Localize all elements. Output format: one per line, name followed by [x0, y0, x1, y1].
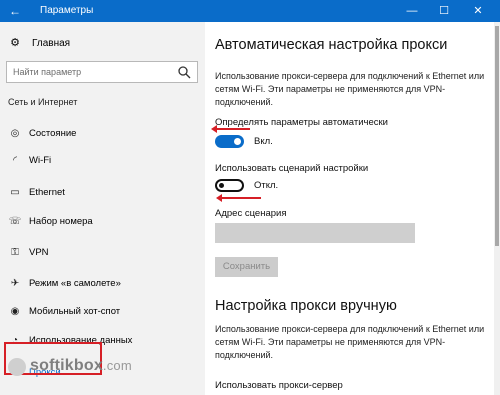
sidebar-item-hotspot[interactable]: ◉ Мобильный хот-спот: [0, 303, 205, 321]
watermark-domain: .com: [102, 358, 132, 373]
dialup-icon: ☏: [8, 216, 22, 227]
sidebar-item-label: Wi-Fi: [29, 155, 52, 166]
airplane-icon: ✈: [10, 278, 20, 289]
script-label: Использовать сценарий настройки: [215, 163, 369, 174]
scrollbar-thumb[interactable]: [495, 26, 499, 246]
annotation-arrow: [216, 194, 261, 202]
back-arrow-icon[interactable]: ←: [7, 3, 23, 19]
window-title: Параметры: [40, 5, 94, 16]
sidebar: ⚙ Главная Найти параметр Сеть и Интернет…: [0, 22, 205, 395]
sidebar-item-airplane[interactable]: ✈ Режим «в самолете»: [0, 275, 205, 293]
sidebar-item-vpn[interactable]: ⚿ VPN: [0, 244, 205, 262]
auto-proxy-description: Использование прокси-сервера для подключ…: [215, 71, 485, 107]
sidebar-item-ethernet[interactable]: ▭ Ethernet: [0, 184, 205, 202]
home-label: Главная: [32, 37, 71, 49]
hotspot-icon: ◉: [10, 306, 20, 317]
watermark-logo-icon: [8, 358, 26, 376]
gear-icon: ⚙: [10, 37, 20, 49]
section-label: Сеть и Интернет: [8, 97, 78, 107]
annotation-arrow: [211, 125, 250, 133]
auto-detect-toggle[interactable]: [215, 135, 244, 148]
sidebar-item-status[interactable]: ◎ Состояние: [0, 125, 205, 143]
scrollbar[interactable]: [494, 22, 500, 395]
maximize-button[interactable]: ☐: [428, 0, 460, 22]
sidebar-item-label: Мобильный хот-спот: [29, 306, 121, 317]
sidebar-item-label: Состояние: [29, 128, 77, 139]
script-address-label: Адрес сценария: [215, 208, 287, 219]
toggle-knob: [219, 183, 224, 188]
auto-detect-state: Вкл.: [254, 136, 273, 147]
sidebar-item-label: Ethernet: [29, 187, 65, 198]
globe-icon: ◎: [10, 128, 20, 139]
manual-proxy-heading: Настройка прокси вручную: [215, 298, 397, 314]
auto-detect-label: Определять параметры автоматически: [215, 117, 388, 128]
setup-script-state: Откл.: [254, 180, 279, 191]
sidebar-item-label: VPN: [29, 247, 49, 258]
search-icon: [178, 66, 191, 79]
search-input[interactable]: Найти параметр: [6, 61, 198, 83]
use-proxy-label: Использовать прокси-сервер: [215, 380, 343, 391]
sidebar-item-dialup[interactable]: ☏ Набор номера: [0, 213, 205, 231]
minimize-button[interactable]: —: [396, 0, 428, 22]
vpn-icon: ⚿: [11, 247, 19, 258]
ethernet-icon: ▭: [10, 187, 20, 198]
wifi-icon: ◜: [13, 155, 17, 166]
script-address-field[interactable]: [215, 223, 415, 243]
manual-proxy-description: Использование прокси-сервера для подключ…: [215, 324, 485, 360]
main-content: Автоматическая настройка прокси Использо…: [205, 22, 494, 395]
close-button[interactable]: ✕: [462, 0, 494, 22]
toggle-knob: [234, 138, 241, 145]
setup-script-toggle[interactable]: [215, 179, 244, 192]
sidebar-item-label: Набор номера: [29, 216, 93, 227]
home-nav-item[interactable]: ⚙ Главная: [8, 35, 70, 51]
watermark: softikbox.com: [30, 357, 132, 375]
sidebar-item-wifi[interactable]: ◜ Wi-Fi: [0, 152, 205, 170]
title-bar: ← Параметры — ☐ ✕: [0, 0, 500, 22]
search-placeholder: Найти параметр: [13, 67, 82, 77]
auto-proxy-heading: Автоматическая настройка прокси: [215, 37, 448, 53]
save-button[interactable]: Сохранить: [215, 257, 278, 277]
watermark-name: softikbox: [30, 357, 103, 374]
sidebar-item-label: Режим «в самолете»: [29, 278, 121, 289]
